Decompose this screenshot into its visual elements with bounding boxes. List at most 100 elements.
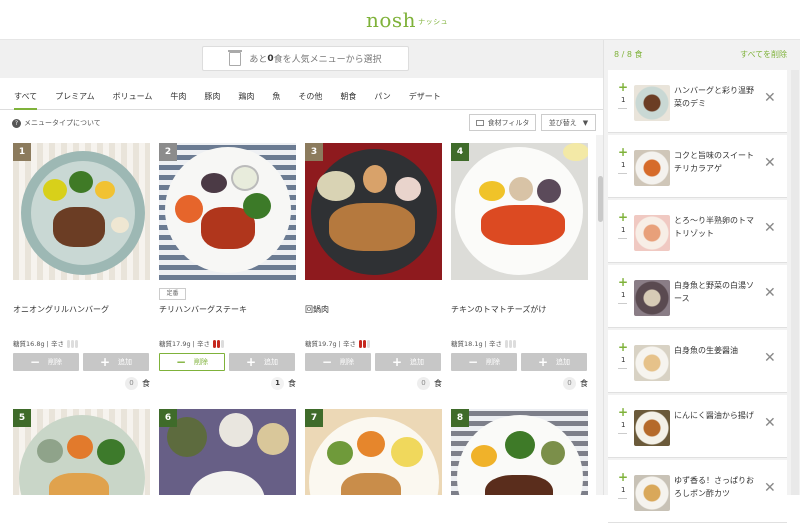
minus-icon: −: [467, 355, 479, 369]
cart-item: + 1 白身魚と野菜の白湯ソース ✕: [608, 265, 787, 328]
tab-breakfast[interactable]: 朝食: [340, 84, 356, 110]
decrease-icon[interactable]: [618, 303, 627, 304]
tab-bread[interactable]: パン: [374, 84, 390, 110]
rank-badge: 8: [451, 409, 469, 427]
meal-photo[interactable]: 8: [451, 409, 588, 495]
cart-item-thumb: [634, 410, 670, 446]
meal-photo[interactable]: 3: [305, 143, 442, 280]
recommend-button[interactable]: あと 0 食を人気メニューから選択: [202, 46, 409, 71]
cart-item: + 1 とろ〜り半熟卵のトマトリゾット ✕: [608, 200, 787, 263]
add-button[interactable]: + 追加: [375, 353, 441, 371]
cart-item-name: ハンバーグと彩り温野菜のデミ: [674, 86, 754, 108]
meal-photo[interactable]: 5: [13, 409, 150, 495]
top-bar: nosh ナッシュ: [0, 0, 800, 40]
menu-card[interactable]: 8: [451, 409, 588, 495]
filter-icon: [475, 119, 484, 126]
cart-item-name: ゆず香る！さっぱりおろしポン酢カツ: [674, 476, 754, 498]
cart-scrollbar[interactable]: [791, 70, 799, 495]
tab-other[interactable]: その他: [298, 84, 322, 110]
cart-item-qty: 1: [621, 291, 626, 299]
meal-photo[interactable]: 2: [159, 143, 296, 280]
tab-chicken[interactable]: 鶏肉: [238, 84, 254, 110]
box-icon: [228, 49, 243, 66]
cart-item: + 1 コクと旨味のスイートチリカラアゲ ✕: [608, 135, 787, 198]
increase-icon[interactable]: +: [618, 145, 628, 159]
meal-photo[interactable]: 6: [159, 409, 296, 495]
increase-icon[interactable]: +: [618, 405, 628, 419]
cart-item-thumb: [634, 85, 670, 121]
meal-photo[interactable]: 4: [451, 143, 588, 280]
cart-item-name: にんにく醤油から揚げ: [674, 411, 754, 420]
decrease-icon[interactable]: [618, 108, 627, 109]
cart-item-thumb: [634, 345, 670, 381]
remove-button[interactable]: − 削除: [13, 353, 79, 371]
remove-button[interactable]: − 削除: [159, 353, 225, 371]
close-icon[interactable]: ✕: [764, 285, 776, 301]
tab-beef[interactable]: 牛肉: [170, 84, 186, 110]
increase-icon[interactable]: +: [618, 470, 628, 484]
menu-card[interactable]: 2 定番 チリハンバーグステーキ 糖質17.9g | 辛さ − 削除 + 追加 1食: [159, 143, 296, 390]
increase-icon[interactable]: +: [618, 210, 628, 224]
tab-premium[interactable]: プレミアム: [55, 84, 94, 110]
cart-count: 8 / 8 食: [614, 50, 643, 59]
decrease-icon[interactable]: [618, 498, 627, 499]
cart-item-qty: 1: [621, 486, 626, 494]
menu-card[interactable]: 7: [305, 409, 442, 495]
clear-all-link[interactable]: すべてを削除: [740, 49, 787, 60]
tab-dessert[interactable]: デザート: [409, 84, 441, 110]
tab-pork[interactable]: 豚肉: [204, 84, 220, 110]
remove-button[interactable]: − 削除: [451, 353, 517, 371]
menu-card[interactable]: 5: [13, 409, 150, 495]
cart-item-name: コクと旨味のスイートチリカラアゲ: [674, 151, 754, 173]
menu-card[interactable]: 4 チキンのトマトチーズがけ 糖質18.1g | 辛さ − 削除 + 追加 0食: [451, 143, 588, 390]
decrease-icon[interactable]: [618, 368, 627, 369]
cart-item-qty: 1: [621, 226, 626, 234]
cart-item: + 1 にんにく醤油から揚げ ✕: [608, 395, 787, 458]
add-button[interactable]: + 追加: [521, 353, 587, 371]
close-icon[interactable]: ✕: [764, 480, 776, 496]
plus-icon: +: [245, 355, 257, 369]
close-icon[interactable]: ✕: [764, 350, 776, 366]
meal-photo[interactable]: 7: [305, 409, 442, 495]
ingredient-filter-button[interactable]: 食材フィルタ: [469, 114, 536, 131]
decrease-icon[interactable]: [618, 173, 627, 174]
add-button[interactable]: + 追加: [229, 353, 295, 371]
decrease-icon[interactable]: [618, 238, 627, 239]
cart-item-thumb: [634, 215, 670, 251]
tab-all[interactable]: すべて: [14, 84, 38, 110]
cart-item-thumb: [634, 150, 670, 186]
menu-card[interactable]: 6: [159, 409, 296, 495]
menu-name: チリハンバーグステーキ: [159, 305, 247, 314]
close-icon[interactable]: ✕: [764, 415, 776, 431]
question-icon: ?: [12, 118, 21, 128]
minus-icon: −: [29, 355, 41, 369]
sort-select[interactable]: 並び替え ▼: [541, 114, 596, 131]
standard-badge: 定番: [159, 288, 186, 300]
minus-icon: −: [175, 355, 187, 369]
menu-type-info-link[interactable]: ? メニュータイプについて: [12, 118, 101, 128]
cart-item-qty: 1: [621, 161, 626, 169]
rank-badge: 7: [305, 409, 323, 427]
menu-card[interactable]: 3 回鍋肉 糖質19.7g | 辛さ − 削除 + 追加 0食: [305, 143, 442, 390]
increase-icon[interactable]: +: [618, 80, 628, 94]
menu-panel: あと 0 食を人気メニューから選択 すべて プレミアム ボリューム 牛肉 豚肉 鶏肉…: [0, 40, 603, 495]
tab-fish[interactable]: 魚: [272, 84, 280, 110]
logo[interactable]: nosh ナッシュ: [366, 8, 448, 32]
cart-item-name: 白身魚の生姜醤油: [674, 346, 738, 355]
meal-photo[interactable]: 1: [13, 143, 150, 280]
qty-buttons: − 削除 + 追加: [451, 353, 588, 371]
decrease-icon[interactable]: [618, 433, 627, 434]
add-button[interactable]: + 追加: [83, 353, 149, 371]
increase-icon[interactable]: +: [618, 275, 628, 289]
close-icon[interactable]: ✕: [764, 90, 776, 106]
close-icon[interactable]: ✕: [764, 220, 776, 236]
remove-button[interactable]: − 削除: [305, 353, 371, 371]
menu-card[interactable]: 1 オニオングリルハンバーグ 糖質16.8g | 辛さ − 削除 + 追加 0食: [13, 143, 150, 390]
increase-icon[interactable]: +: [618, 340, 628, 354]
close-icon[interactable]: ✕: [764, 155, 776, 171]
menu-name: チキンのトマトチーズがけ: [451, 305, 547, 314]
tab-volume[interactable]: ボリューム: [113, 84, 153, 110]
nutrition-info: 糖質17.9g | 辛さ: [159, 338, 225, 348]
quantity: 0食: [417, 377, 442, 390]
cart-item-thumb: [634, 280, 670, 316]
